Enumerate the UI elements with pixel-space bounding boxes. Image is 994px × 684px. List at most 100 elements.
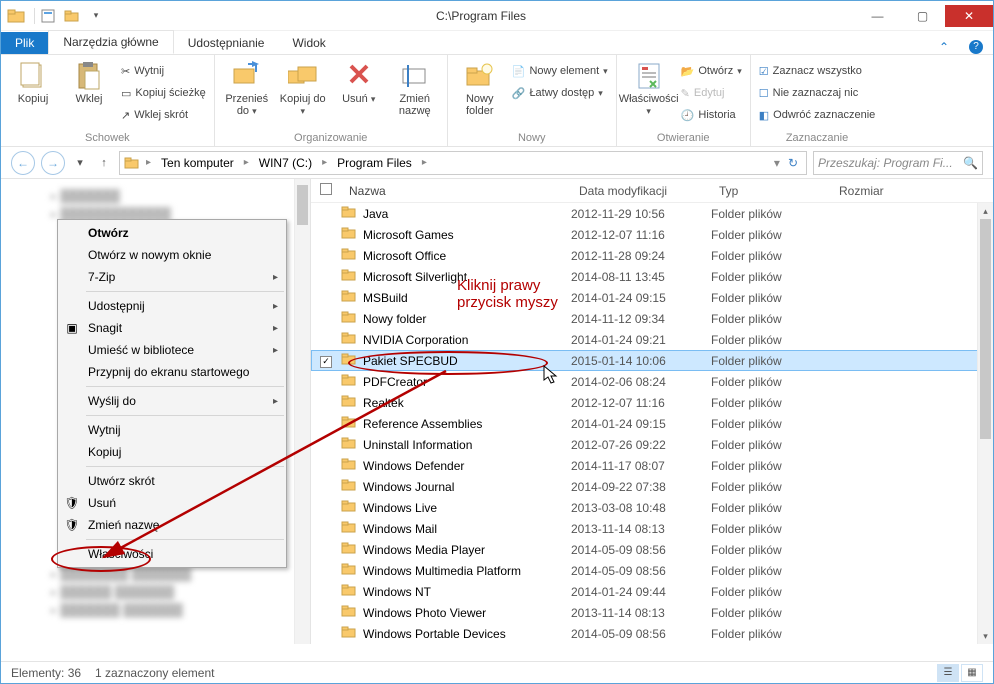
table-row[interactable]: Microsoft Games2012-12-07 11:16Folder pl… xyxy=(311,224,993,245)
copypath-button[interactable]: ▭Kopiuj ścieżkę xyxy=(119,83,208,103)
maximize-button[interactable]: ▢ xyxy=(900,5,945,27)
table-row[interactable]: NVIDIA Corporation2014-01-24 09:21Folder… xyxy=(311,329,993,350)
table-row[interactable]: Realtek2012-12-07 11:16Folder plików xyxy=(311,392,993,413)
up-button[interactable]: ↑ xyxy=(95,157,113,169)
ctx-snagit[interactable]: ▣Snagit▸ xyxy=(58,317,286,339)
file-type: Folder plików xyxy=(711,270,831,284)
checkbox-icon[interactable]: ✓ xyxy=(320,356,332,368)
copyto-button[interactable]: Kopiuj do ▾ xyxy=(277,57,329,117)
view-details-button[interactable]: ☰ xyxy=(937,664,959,682)
folder-icon[interactable] xyxy=(5,5,27,27)
column-headers[interactable]: Nazwa Data modyfikacji Typ Rozmiar xyxy=(311,179,993,203)
minimize-ribbon-button[interactable]: ⌃ xyxy=(929,40,959,54)
ctx-cut[interactable]: Wytnij xyxy=(58,419,286,441)
navigation-pane[interactable]: ▸ ███████▸ █████████████ ▸ ████████ ████… xyxy=(1,179,311,644)
copy-button[interactable]: Kopiuj xyxy=(7,57,59,105)
dropdown-icon[interactable]: ▾ xyxy=(774,156,780,170)
tab-view[interactable]: Widok xyxy=(278,32,339,54)
table-row[interactable]: PDFCreator2014-02-06 08:24Folder plików xyxy=(311,371,993,392)
ctx-sendto[interactable]: Wyślij do▸ xyxy=(58,390,286,412)
invert-button[interactable]: ◧Odwróć zaznaczenie xyxy=(757,105,878,125)
col-type[interactable]: Typ xyxy=(711,184,831,198)
pasteshortcut-button[interactable]: ↗Wklej skrót xyxy=(119,105,208,125)
tab-file[interactable]: Plik xyxy=(1,32,48,54)
table-row[interactable]: Windows Portable Devices2014-05-09 08:56… xyxy=(311,623,993,644)
help-button[interactable]: ? xyxy=(959,38,993,54)
newfolder-icon[interactable] xyxy=(61,5,83,27)
scissors-icon: ✂ xyxy=(121,65,130,78)
ctx-open-new[interactable]: Otwórz w nowym oknie xyxy=(58,244,286,266)
ctx-share[interactable]: Udostępnij▸ xyxy=(58,295,286,317)
col-date[interactable]: Data modyfikacji xyxy=(571,184,711,198)
forward-button[interactable]: → xyxy=(41,151,65,175)
minimize-button[interactable]: — xyxy=(855,5,900,27)
tab-home[interactable]: Narzędzia główne xyxy=(48,30,173,54)
history-button[interactable]: 🕘Historia xyxy=(679,105,744,125)
moveto-button[interactable]: Przenieś do ▾ xyxy=(221,57,273,117)
crumb-1[interactable]: WIN7 (C:) xyxy=(255,156,316,170)
ctx-shortcut[interactable]: Utwórz skrót xyxy=(58,470,286,492)
crumb-2[interactable]: Program Files xyxy=(333,156,416,170)
newitem-button[interactable]: 📄Nowy element ▾ xyxy=(510,61,610,81)
qat-dropdown-icon[interactable]: ▾ xyxy=(85,5,107,27)
cut-button[interactable]: ✂Wytnij xyxy=(119,61,208,81)
ctx-pin[interactable]: Przypnij do ekranu startowego xyxy=(58,361,286,383)
refresh-button[interactable]: ↻ xyxy=(784,156,802,170)
properties-button[interactable]: Właściwości ▾ xyxy=(623,57,675,117)
folder-icon xyxy=(341,226,357,243)
table-row[interactable]: Windows Live2013-03-08 10:48Folder plikó… xyxy=(311,497,993,518)
table-row[interactable]: Microsoft Office2012-11-28 09:24Folder p… xyxy=(311,245,993,266)
qat-sep xyxy=(29,8,35,24)
table-row[interactable]: Microsoft Silverlight2014-08-11 13:45Fol… xyxy=(311,266,993,287)
table-row[interactable]: Windows Defender2014-11-17 08:07Folder p… xyxy=(311,455,993,476)
ctx-rename[interactable]: 🛡Zmień nazwę xyxy=(58,514,286,536)
window-controls: — ▢ ✕ xyxy=(855,5,993,27)
table-row[interactable]: MSBuild2014-01-24 09:15Folder plików xyxy=(311,287,993,308)
file-type: Folder plików xyxy=(711,291,831,305)
close-button[interactable]: ✕ xyxy=(945,5,993,27)
selectall-button[interactable]: ☑Zaznacz wszystko xyxy=(757,61,878,81)
folder-icon xyxy=(341,562,357,579)
list-scrollbar[interactable]: ▴ ▾ xyxy=(977,203,993,644)
table-row[interactable]: Java2012-11-29 10:56Folder plików xyxy=(311,203,993,224)
ctx-include[interactable]: Umieść w bibliotece▸ xyxy=(58,339,286,361)
open-button[interactable]: 📂Otwórz ▾ xyxy=(679,61,744,81)
table-row[interactable]: Reference Assemblies2014-01-24 09:15Fold… xyxy=(311,413,993,434)
table-row[interactable]: Windows Multimedia Platform2014-05-09 08… xyxy=(311,560,993,581)
table-row[interactable]: Windows Mail2013-11-14 08:13Folder plikó… xyxy=(311,518,993,539)
table-row[interactable]: ✓Pakiet SPECBUD2015-01-14 10:06Folder pl… xyxy=(311,350,993,371)
paste-button[interactable]: Wklej xyxy=(63,57,115,105)
checkbox-header[interactable] xyxy=(320,183,332,195)
delete-button[interactable]: Usuń ▾ xyxy=(333,57,385,105)
table-row[interactable]: Uninstall Information2012-07-26 09:22Fol… xyxy=(311,434,993,455)
file-type: Folder plików xyxy=(711,396,831,410)
col-size[interactable]: Rozmiar xyxy=(831,184,911,198)
properties-icon[interactable] xyxy=(37,5,59,27)
newfolder-button[interactable]: Nowy folder xyxy=(454,57,506,117)
table-row[interactable]: Nowy folder2014-11-12 09:34Folder plików xyxy=(311,308,993,329)
tree-scrollbar[interactable] xyxy=(294,179,310,644)
breadcrumb[interactable]: ▸ Ten komputer▸ WIN7 (C:)▸ Program Files… xyxy=(119,151,807,175)
col-name[interactable]: Nazwa xyxy=(341,184,571,198)
rename-button[interactable]: Zmień nazwę xyxy=(389,57,441,117)
table-row[interactable]: Windows Journal2014-09-22 07:38Folder pl… xyxy=(311,476,993,497)
recent-locations-button[interactable]: ▾ xyxy=(71,156,89,169)
selectnone-button[interactable]: ☐Nie zaznaczaj nic xyxy=(757,83,878,103)
ctx-7zip[interactable]: 7-Zip▸ xyxy=(58,266,286,288)
file-date: 2014-01-24 09:15 xyxy=(571,417,711,431)
view-icons-button[interactable]: ▦ xyxy=(961,664,983,682)
table-row[interactable]: Windows NT2014-01-24 09:44Folder plików xyxy=(311,581,993,602)
folder-icon xyxy=(341,583,357,600)
status-count: Elementy: 36 xyxy=(11,666,81,680)
tab-share[interactable]: Udostępnianie xyxy=(174,32,279,54)
search-input[interactable]: Przeszukaj: Program Fi... 🔍 xyxy=(813,151,983,175)
crumb-0[interactable]: Ten komputer xyxy=(157,156,238,170)
ctx-open[interactable]: Otwórz xyxy=(58,222,286,244)
back-button[interactable]: ← xyxy=(11,151,35,175)
ctx-copy[interactable]: Kopiuj xyxy=(58,441,286,463)
easyaccess-button[interactable]: 🔗Łatwy dostęp ▾ xyxy=(510,83,610,103)
ctx-delete[interactable]: 🛡Usuń xyxy=(58,492,286,514)
table-row[interactable]: Windows Photo Viewer2013-11-14 08:13Fold… xyxy=(311,602,993,623)
table-row[interactable]: Windows Media Player2014-05-09 08:56Fold… xyxy=(311,539,993,560)
ctx-properties[interactable]: Właściwości xyxy=(58,543,286,565)
